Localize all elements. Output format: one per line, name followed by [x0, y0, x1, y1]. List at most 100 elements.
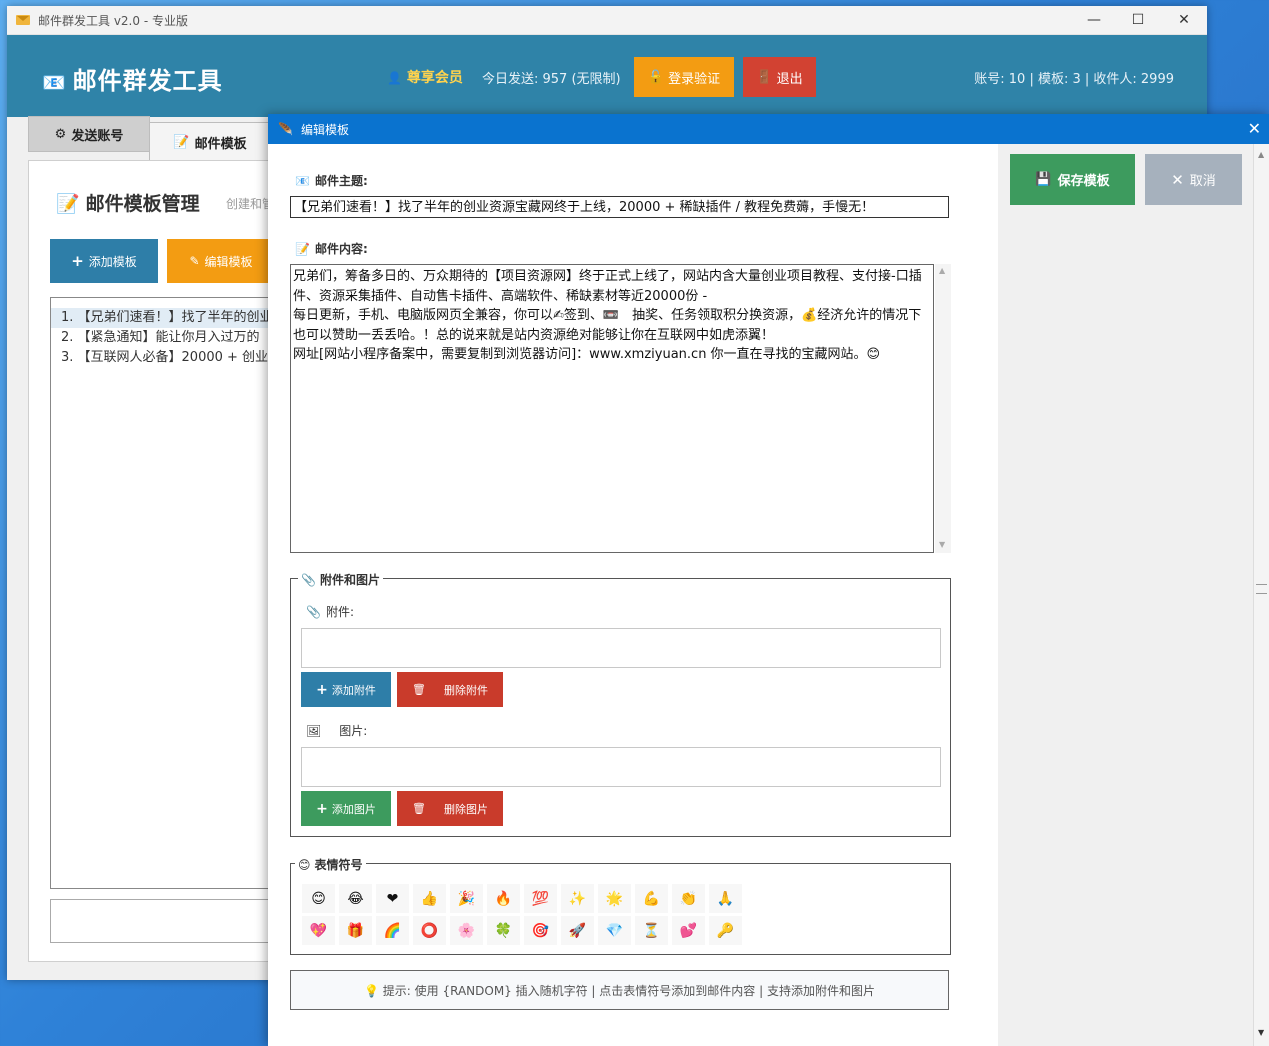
- app-header: 📧 邮件群发工具 👤 尊享会员 今日发送: 957 (无限制) 🔓 登录验证 🚪 退出…: [7, 35, 1207, 117]
- emoji-group-title: 表情符号: [314, 858, 363, 872]
- login-label: 登录验证: [668, 71, 721, 87]
- dialog-close-button[interactable]: ✕: [1248, 119, 1261, 138]
- emoji-button[interactable]: 🍀: [487, 916, 520, 945]
- trash-icon: 🗑: [412, 683, 426, 696]
- emoji-button[interactable]: 💯: [524, 884, 557, 913]
- body-label-text: 邮件内容:: [314, 242, 368, 256]
- emoji-button[interactable]: 🚀: [561, 916, 594, 945]
- app-name: 邮件群发工具: [72, 67, 223, 95]
- emoji-button[interactable]: 💕: [672, 916, 705, 945]
- floppy-icon: 💾: [1035, 172, 1052, 187]
- emoji-button[interactable]: 🌈: [376, 916, 409, 945]
- emoji-button[interactable]: ⏳: [635, 916, 668, 945]
- tab-label: 邮件模板: [194, 136, 247, 152]
- emoji-button[interactable]: 🎉: [450, 884, 483, 913]
- body-textarea[interactable]: 兄弟们，筹备多日的、万众期待的【项目资源网】终于正式上线了，网站内含大量创业项目…: [290, 264, 934, 553]
- mail-icon: 📧: [295, 174, 310, 188]
- emoji-button[interactable]: 💪: [635, 884, 668, 913]
- emoji-button[interactable]: 🔥: [487, 884, 520, 913]
- emoji-button[interactable]: 👏: [672, 884, 705, 913]
- emoji-button[interactable]: ✨: [561, 884, 594, 913]
- dialog-scrollbar[interactable]: ▲ ▼: [1253, 144, 1269, 1046]
- emoji-button[interactable]: 🌟: [598, 884, 631, 913]
- delete-attachment-label: 删除附件: [443, 683, 488, 697]
- scroll-up-icon[interactable]: ▲: [1258, 150, 1264, 159]
- gear-icon: ⚙: [54, 126, 67, 142]
- body-line: 兄弟们，筹备多日的、万众期待的【项目资源网】终于正式上线了，网站内含大量创业项目…: [293, 269, 922, 304]
- emoji-button[interactable]: ⭕: [413, 916, 446, 945]
- scroll-grip-icon[interactable]: [1256, 584, 1267, 594]
- emoji-button[interactable]: 👍: [413, 884, 446, 913]
- emoji-button[interactable]: 🔑: [709, 916, 742, 945]
- add-attachment-button[interactable]: + 添加附件: [301, 672, 391, 707]
- plus-icon: +: [316, 800, 328, 817]
- emoji-button[interactable]: ❤: [376, 884, 409, 913]
- trash-icon: 🗑: [412, 802, 426, 815]
- subject-label-text: 邮件主题:: [314, 174, 368, 188]
- logout-button[interactable]: 🚪 退出: [743, 57, 816, 97]
- maximize-button[interactable]: ☐: [1115, 6, 1161, 34]
- body-scrollbar[interactable]: ▲ ▼: [935, 264, 951, 553]
- page-subtitle: 创建和管: [226, 197, 275, 211]
- add-template-button[interactable]: + 添加模板: [50, 239, 158, 283]
- tab-label: 发送账号: [71, 128, 124, 144]
- edit-icon: 📝: [56, 193, 80, 215]
- delete-attachment-button[interactable]: 🗑 删除附件: [397, 672, 503, 707]
- window-titlebar: 邮件群发工具 v2.0 - 专业版 — ☐ ✕: [7, 6, 1207, 35]
- scroll-down-icon[interactable]: ▼: [1258, 1028, 1264, 1037]
- subject-input[interactable]: 【兄弟们速看！】找了半年的创业资源宝藏网终于上线，20000 + 稀缺插件 / …: [290, 196, 949, 218]
- hint-box: 💡 提示: 使用 {RANDOM} 插入随机字符 | 点击表情符号添加到邮件内容…: [290, 970, 949, 1010]
- cancel-button[interactable]: ✕ 取消: [1145, 154, 1242, 205]
- emoji-button[interactable]: 😂: [339, 884, 372, 913]
- stats-summary: 账号: 10 | 模板: 3 | 收件人: 2999: [974, 72, 1174, 87]
- emoji-button[interactable]: 🎯: [524, 916, 557, 945]
- clip-icon: 📎: [301, 573, 316, 587]
- dialog-title: 编辑模板: [300, 122, 349, 137]
- emoji-button[interactable]: 💎: [598, 916, 631, 945]
- today-sent: 今日发送: 957 (无限制): [482, 72, 621, 87]
- page-title: 📝 邮件模板管理: [56, 189, 200, 216]
- scroll-down-icon[interactable]: ▼: [939, 540, 945, 549]
- emoji-button[interactable]: 🎁: [339, 916, 372, 945]
- logout-label: 退出: [776, 71, 803, 87]
- cancel-label: 取消: [1189, 174, 1216, 189]
- add-attachment-label: 添加附件: [331, 683, 376, 697]
- lock-icon: 🔓: [647, 69, 665, 85]
- plus-icon: +: [316, 681, 328, 698]
- minimize-button[interactable]: —: [1071, 6, 1117, 34]
- pencil-icon: ✎: [189, 254, 200, 268]
- dialog-titlebar: 🪶 编辑模板 ✕: [268, 114, 1269, 144]
- image-icon: 🖼: [306, 724, 322, 738]
- emoji-button[interactable]: 🙏: [709, 884, 742, 913]
- add-template-label: 添加模板: [88, 254, 137, 269]
- delete-image-button[interactable]: 🗑 删除图片: [397, 791, 503, 826]
- image-list[interactable]: [301, 747, 941, 787]
- tab-send-accounts[interactable]: ⚙ 发送账号: [28, 116, 150, 152]
- envelope-icon: [16, 15, 30, 25]
- add-image-button[interactable]: + 添加图片: [301, 791, 391, 826]
- emoji-button[interactable]: 🌸: [450, 916, 483, 945]
- add-image-label: 添加图片: [331, 802, 376, 816]
- save-label: 保存模板: [1057, 174, 1110, 189]
- emoji-button[interactable]: 💖: [302, 916, 335, 945]
- close-window-button[interactable]: ✕: [1161, 6, 1207, 34]
- image-label: 🖼 图片:: [306, 722, 367, 739]
- login-verify-button[interactable]: 🔓 登录验证: [634, 57, 734, 97]
- edit-icon: 📝: [295, 242, 310, 256]
- edit-template-dialog: 🪶 编辑模板 ✕ ▲ ▼ 💾 保存模板 ✕ 取消 📧 邮件主题: 【兄弟们速看！】找了…: [268, 114, 1269, 1046]
- attachments-group-title: 附件和图片: [319, 573, 380, 587]
- exit-icon: 🚪: [756, 69, 773, 85]
- edit-template-button[interactable]: ✎ 编辑模板: [167, 239, 275, 283]
- emoji-button[interactable]: 😊: [302, 884, 335, 913]
- scroll-up-icon[interactable]: ▲: [939, 266, 945, 275]
- vip-label: 尊享会员: [406, 70, 463, 86]
- save-template-button[interactable]: 💾 保存模板: [1010, 154, 1135, 205]
- mail-icon: 📧: [42, 72, 67, 94]
- page-title-text: 邮件模板管理: [85, 193, 200, 215]
- tab-mail-templates[interactable]: 📝 邮件模板: [149, 122, 271, 161]
- smile-icon: 😊: [298, 858, 311, 872]
- emoji-group-legend: 😊 表情符号: [295, 856, 366, 873]
- attachment-list[interactable]: [301, 628, 941, 668]
- attachment-label-text: 附件:: [325, 605, 354, 619]
- attachment-label: 📎 附件:: [306, 603, 354, 620]
